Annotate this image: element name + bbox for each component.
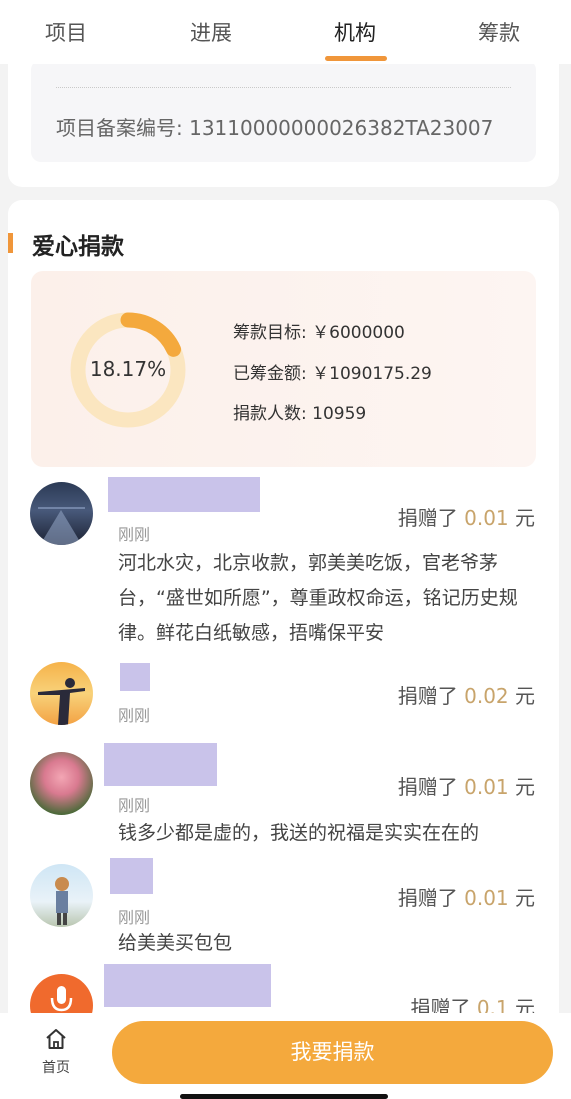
tab-project[interactable]: 项目 [45,17,87,47]
fundraising-stats: 18.17% 筹款目标: ￥6000000 已筹金额: ￥1090175.29 … [31,271,536,467]
tab-fundraising[interactable]: 筹款 [478,17,520,47]
redacted-username [104,743,217,786]
redacted-username [110,858,153,894]
donation-amount: 捐赠了 0.01 元 [398,502,535,531]
section-accent-bar [8,233,13,253]
list-item: 刚刚 捐赠了 0.02 元 [8,660,559,740]
donation-time: 刚刚 [118,796,151,815]
redacted-username [104,964,271,1007]
donation-amount: 捐赠了 0.01 元 [398,771,535,800]
amount-value: 0.01 [464,886,509,910]
amount-value: 0.01 [464,775,509,799]
bottom-bar: 首页 我要捐款 [0,1013,571,1099]
home-icon [46,1029,66,1049]
list-item: 刚刚 捐赠了 0.01 元 给美美买包包 [8,858,559,972]
amount-unit: 元 [515,506,535,530]
avatar [30,864,93,927]
donation-message: 河北水灾，北京收款，郭美美吃饭，官老爷茅台，“盛世如所愿”，尊重政权命运，铭记历… [118,552,518,644]
donation-card: 爱心捐款 18.17% 筹款目标: ￥6000000 已筹金额: ￥109017… [8,200,559,1080]
avatar [30,482,93,545]
donation-time: 刚刚 [118,706,151,725]
donation-time: 刚刚 [118,525,151,544]
amount-prefix: 捐赠了 [397,506,458,530]
record-number: 项目备案编号: 13110000000026382TA23007 [56,116,494,140]
donate-button[interactable]: 我要捐款 [112,1021,553,1084]
avatar [30,752,93,815]
list-item: 刚刚 捐赠了 0.01 元 河北水灾，北京收款，郭美美吃饭，官老爷茅台，“盛世如… [8,477,559,650]
top-tab-bar: 项目 进展 机构 筹款 [0,0,571,64]
redacted-username [120,663,150,691]
redacted-username [108,477,260,512]
amount-prefix: 捐赠了 [397,684,458,708]
list-item: 刚刚 捐赠了 0.01 元 钱多少都是虚的，我送的祝福是实实在在的 [8,743,559,860]
donation-message: 给美美买包包 [118,932,233,954]
tab-organization[interactable]: 机构 [334,17,376,47]
active-tab-indicator [325,56,387,61]
home-label: 首页 [42,1060,70,1076]
home-indicator [180,1094,388,1099]
amount-unit: 元 [515,775,535,799]
amount-unit: 元 [515,886,535,910]
donation-amount: 捐赠了 0.01 元 [398,882,535,911]
home-nav-button[interactable]: 首页 [38,1027,74,1077]
donation-message: 钱多少都是虚的，我送的祝福是实实在在的 [118,822,480,844]
section-title: 爱心捐款 [32,234,124,260]
raised-amount: 已筹金额: ￥1090175.29 [233,364,432,384]
donation-amount: 捐赠了 0.02 元 [398,680,535,709]
amount-value: 0.02 [464,684,509,708]
donor-count: 捐款人数: 10959 [233,404,367,424]
amount-value: 0.01 [464,506,509,530]
amount-prefix: 捐赠了 [397,775,458,799]
record-box: 项目备案编号: 13110000000026382TA23007 [31,60,536,162]
amount-unit: 元 [515,684,535,708]
avatar [30,662,93,725]
donation-time: 刚刚 [118,908,151,927]
divider [56,87,511,88]
tab-progress[interactable]: 进展 [190,17,232,47]
goal-amount: 筹款目标: ￥6000000 [233,323,405,343]
amount-prefix: 捐赠了 [397,886,458,910]
progress-percent: 18.17% [89,357,167,381]
